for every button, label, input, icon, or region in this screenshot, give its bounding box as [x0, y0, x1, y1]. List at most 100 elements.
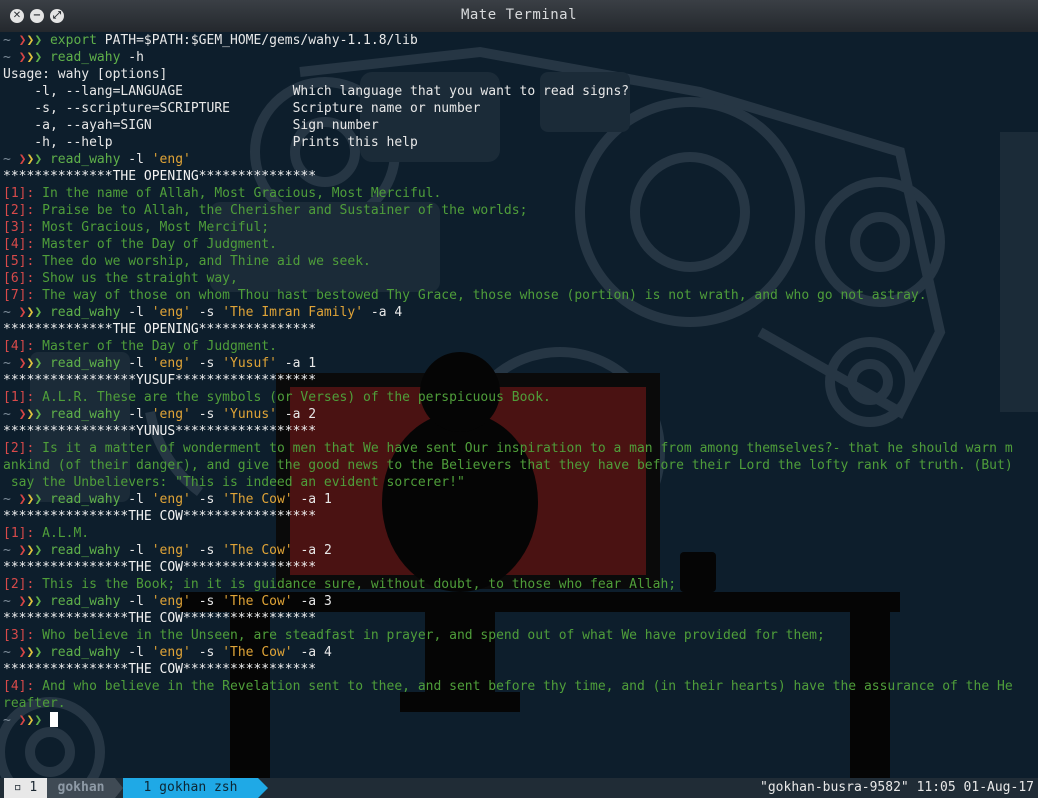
clock-time: 11:05 — [916, 780, 956, 795]
text: PATH=$PATH:$GEM_HOME/gems/wahy-1.1.8/lib — [104, 33, 418, 48]
text: -a 4 — [292, 645, 332, 660]
prompt-arrow-icon: ❯ — [34, 492, 43, 507]
output-line: [3]: Most Gracious, Most Merciful; — [3, 219, 1035, 236]
prompt-tilde: ~ — [3, 356, 19, 371]
text: -s — [190, 492, 223, 507]
prompt-arrow-icon: ❯ — [34, 713, 43, 728]
output-line: [1]: A.L.M. — [3, 525, 1035, 542]
prompt-line: ~ ❯❯❯ read_wahy -l 'eng' -s 'The Cow' -a… — [3, 593, 1035, 610]
command-name: read_wahy — [49, 50, 129, 65]
output-line: -a, --ayah=SIGN Sign number — [3, 117, 1035, 134]
output-line: [5]: Thee do we worship, and Thine aid w… — [3, 253, 1035, 270]
output-line: [3]: Who believe in the Unseen, are stea… — [3, 627, 1035, 644]
string-argument: 'eng' — [151, 543, 191, 558]
text: -a 3 — [292, 594, 332, 609]
verse-text: This is the Book; in it is guidance sure… — [42, 577, 677, 592]
command-name: read_wahy — [49, 645, 129, 660]
verse-number: [2]: — [3, 577, 43, 592]
title-bar[interactable]: ✕ − ⤢ Mate Terminal — [0, 0, 1038, 33]
text: -a 4 — [363, 305, 403, 320]
user-segment: gokhan — [47, 778, 115, 798]
command-name: read_wahy — [49, 407, 129, 422]
verse-text: A.L.M. — [42, 526, 90, 541]
text: -s, --scripture=SCRIPTURE Scripture name… — [3, 101, 481, 116]
text: -s — [190, 594, 223, 609]
verse-text: Master of the Day of Judgment. — [42, 339, 277, 354]
tmux-status-bar: ▫ 1 gokhan 1 gokhan zsh "gokhan-busra-95… — [0, 778, 1038, 798]
prompt-arrow-icon: ❯ — [34, 407, 43, 422]
string-argument: 'The Cow' — [222, 492, 293, 507]
prompt-line: ~ ❯❯❯ read_wahy -l 'eng' -s 'Yusuf' -a 1 — [3, 355, 1035, 372]
prompt-line: ~ ❯❯❯ export PATH=$PATH:$GEM_HOME/gems/w… — [3, 32, 1035, 49]
text: -a 1 — [292, 492, 332, 507]
prompt-tilde: ~ — [3, 50, 19, 65]
output-line: ****************THE COW***************** — [3, 559, 1035, 576]
text: -h — [128, 50, 144, 65]
prompt-tilde: ~ — [3, 594, 19, 609]
verse-number: [4]: — [3, 339, 43, 354]
verse-text: Who believe in the Unseen, are steadfast… — [42, 628, 825, 643]
output-line: [4]: And who believe in the Revelation s… — [3, 678, 1035, 695]
scripture-header: *****************YUNUS****************** — [3, 424, 317, 439]
text: -a 1 — [276, 356, 317, 371]
scripture-header: ****************THE COW***************** — [3, 509, 317, 524]
output-line: *****************YUNUS****************** — [3, 423, 1035, 440]
verse-number: [3]: — [3, 220, 43, 235]
text: -l — [128, 492, 152, 507]
verse-text: Praise be to Allah, the Cherisher and Su… — [42, 203, 528, 218]
terminal-cursor[interactable] — [49, 712, 58, 727]
prompt-tilde: ~ — [3, 645, 19, 660]
text: -a 2 — [276, 407, 317, 422]
verse-number: [1]: — [3, 186, 43, 201]
prompt-line: ~ ❯❯❯ — [3, 712, 1035, 729]
string-argument: 'eng' — [151, 356, 191, 371]
prompt-tilde: ~ — [3, 543, 19, 558]
output-line: [2]: Praise be to Allah, the Cherisher a… — [3, 202, 1035, 219]
output-line: [7]: The way of those on whom Thou hast … — [3, 287, 1035, 304]
output-line: -s, --scripture=SCRIPTURE Scripture name… — [3, 100, 1035, 117]
string-argument: 'The Cow' — [222, 543, 293, 558]
verse-text: The way of those on whom Thou hast besto… — [42, 288, 927, 303]
hostname: "gokhan-busra-9582" — [760, 780, 909, 795]
output-line: [4]: Master of the Day of Judgment. — [3, 236, 1035, 253]
text: -s — [190, 356, 223, 371]
command-name: read_wahy — [49, 594, 129, 609]
text: -a, --ayah=SIGN Sign number — [3, 118, 379, 133]
text: -s — [190, 645, 223, 660]
prompt-line: ~ ❯❯❯ read_wahy -l 'eng' -s 'The Cow' -a… — [3, 644, 1035, 661]
text: -l — [128, 407, 152, 422]
text: -l — [128, 356, 152, 371]
prompt-arrow-icon: ❯ — [34, 305, 43, 320]
segment-separator-icon — [258, 778, 268, 798]
prompt-arrow-icon: ❯ — [34, 33, 43, 48]
output-line: [2]: This is the Book; in it is guidance… — [3, 576, 1035, 593]
window-square-icon: ▫ — [13, 780, 30, 795]
string-argument: 'The Imran Family' — [222, 305, 364, 320]
session-tab[interactable]: 1 gokhan zsh — [123, 778, 258, 798]
output-line: ****************THE COW***************** — [3, 508, 1035, 525]
prompt-tilde: ~ — [3, 713, 19, 728]
text: -l — [128, 152, 152, 167]
command-name: read_wahy — [49, 543, 129, 558]
clock-date: 01-Aug-17 — [963, 780, 1034, 795]
scripture-header: ****************THE COW***************** — [3, 662, 317, 677]
scripture-header: ****************THE COW***************** — [3, 611, 317, 626]
window-index: 1 — [29, 780, 38, 795]
prompt-tilde: ~ — [3, 152, 19, 167]
prompt-line: ~ ❯❯❯ read_wahy -l 'eng' -s 'The Cow' -a… — [3, 491, 1035, 508]
text: -h, --help Prints this help — [3, 135, 418, 150]
verse-text: Show us the straight way, — [42, 271, 238, 286]
text: Usage: wahy [options] — [3, 67, 168, 82]
string-argument: 'eng' — [151, 492, 191, 507]
output-line: reafter. — [3, 695, 1035, 712]
verse-number: [5]: — [3, 254, 43, 269]
text: -s — [190, 407, 223, 422]
verse-number: [1]: — [3, 390, 43, 405]
verse-text: Thee do we worship, and Thine aid we see… — [42, 254, 371, 269]
terminal-output[interactable]: ~ ❯❯❯ export PATH=$PATH:$GEM_HOME/gems/w… — [3, 32, 1035, 778]
window-index-segment[interactable]: ▫ 1 — [4, 778, 47, 798]
scripture-header: *****************YUSUF****************** — [3, 373, 317, 388]
output-line: **************THE OPENING*************** — [3, 321, 1035, 338]
verse-number: [6]: — [3, 271, 43, 286]
window-title: Mate Terminal — [460, 7, 578, 23]
